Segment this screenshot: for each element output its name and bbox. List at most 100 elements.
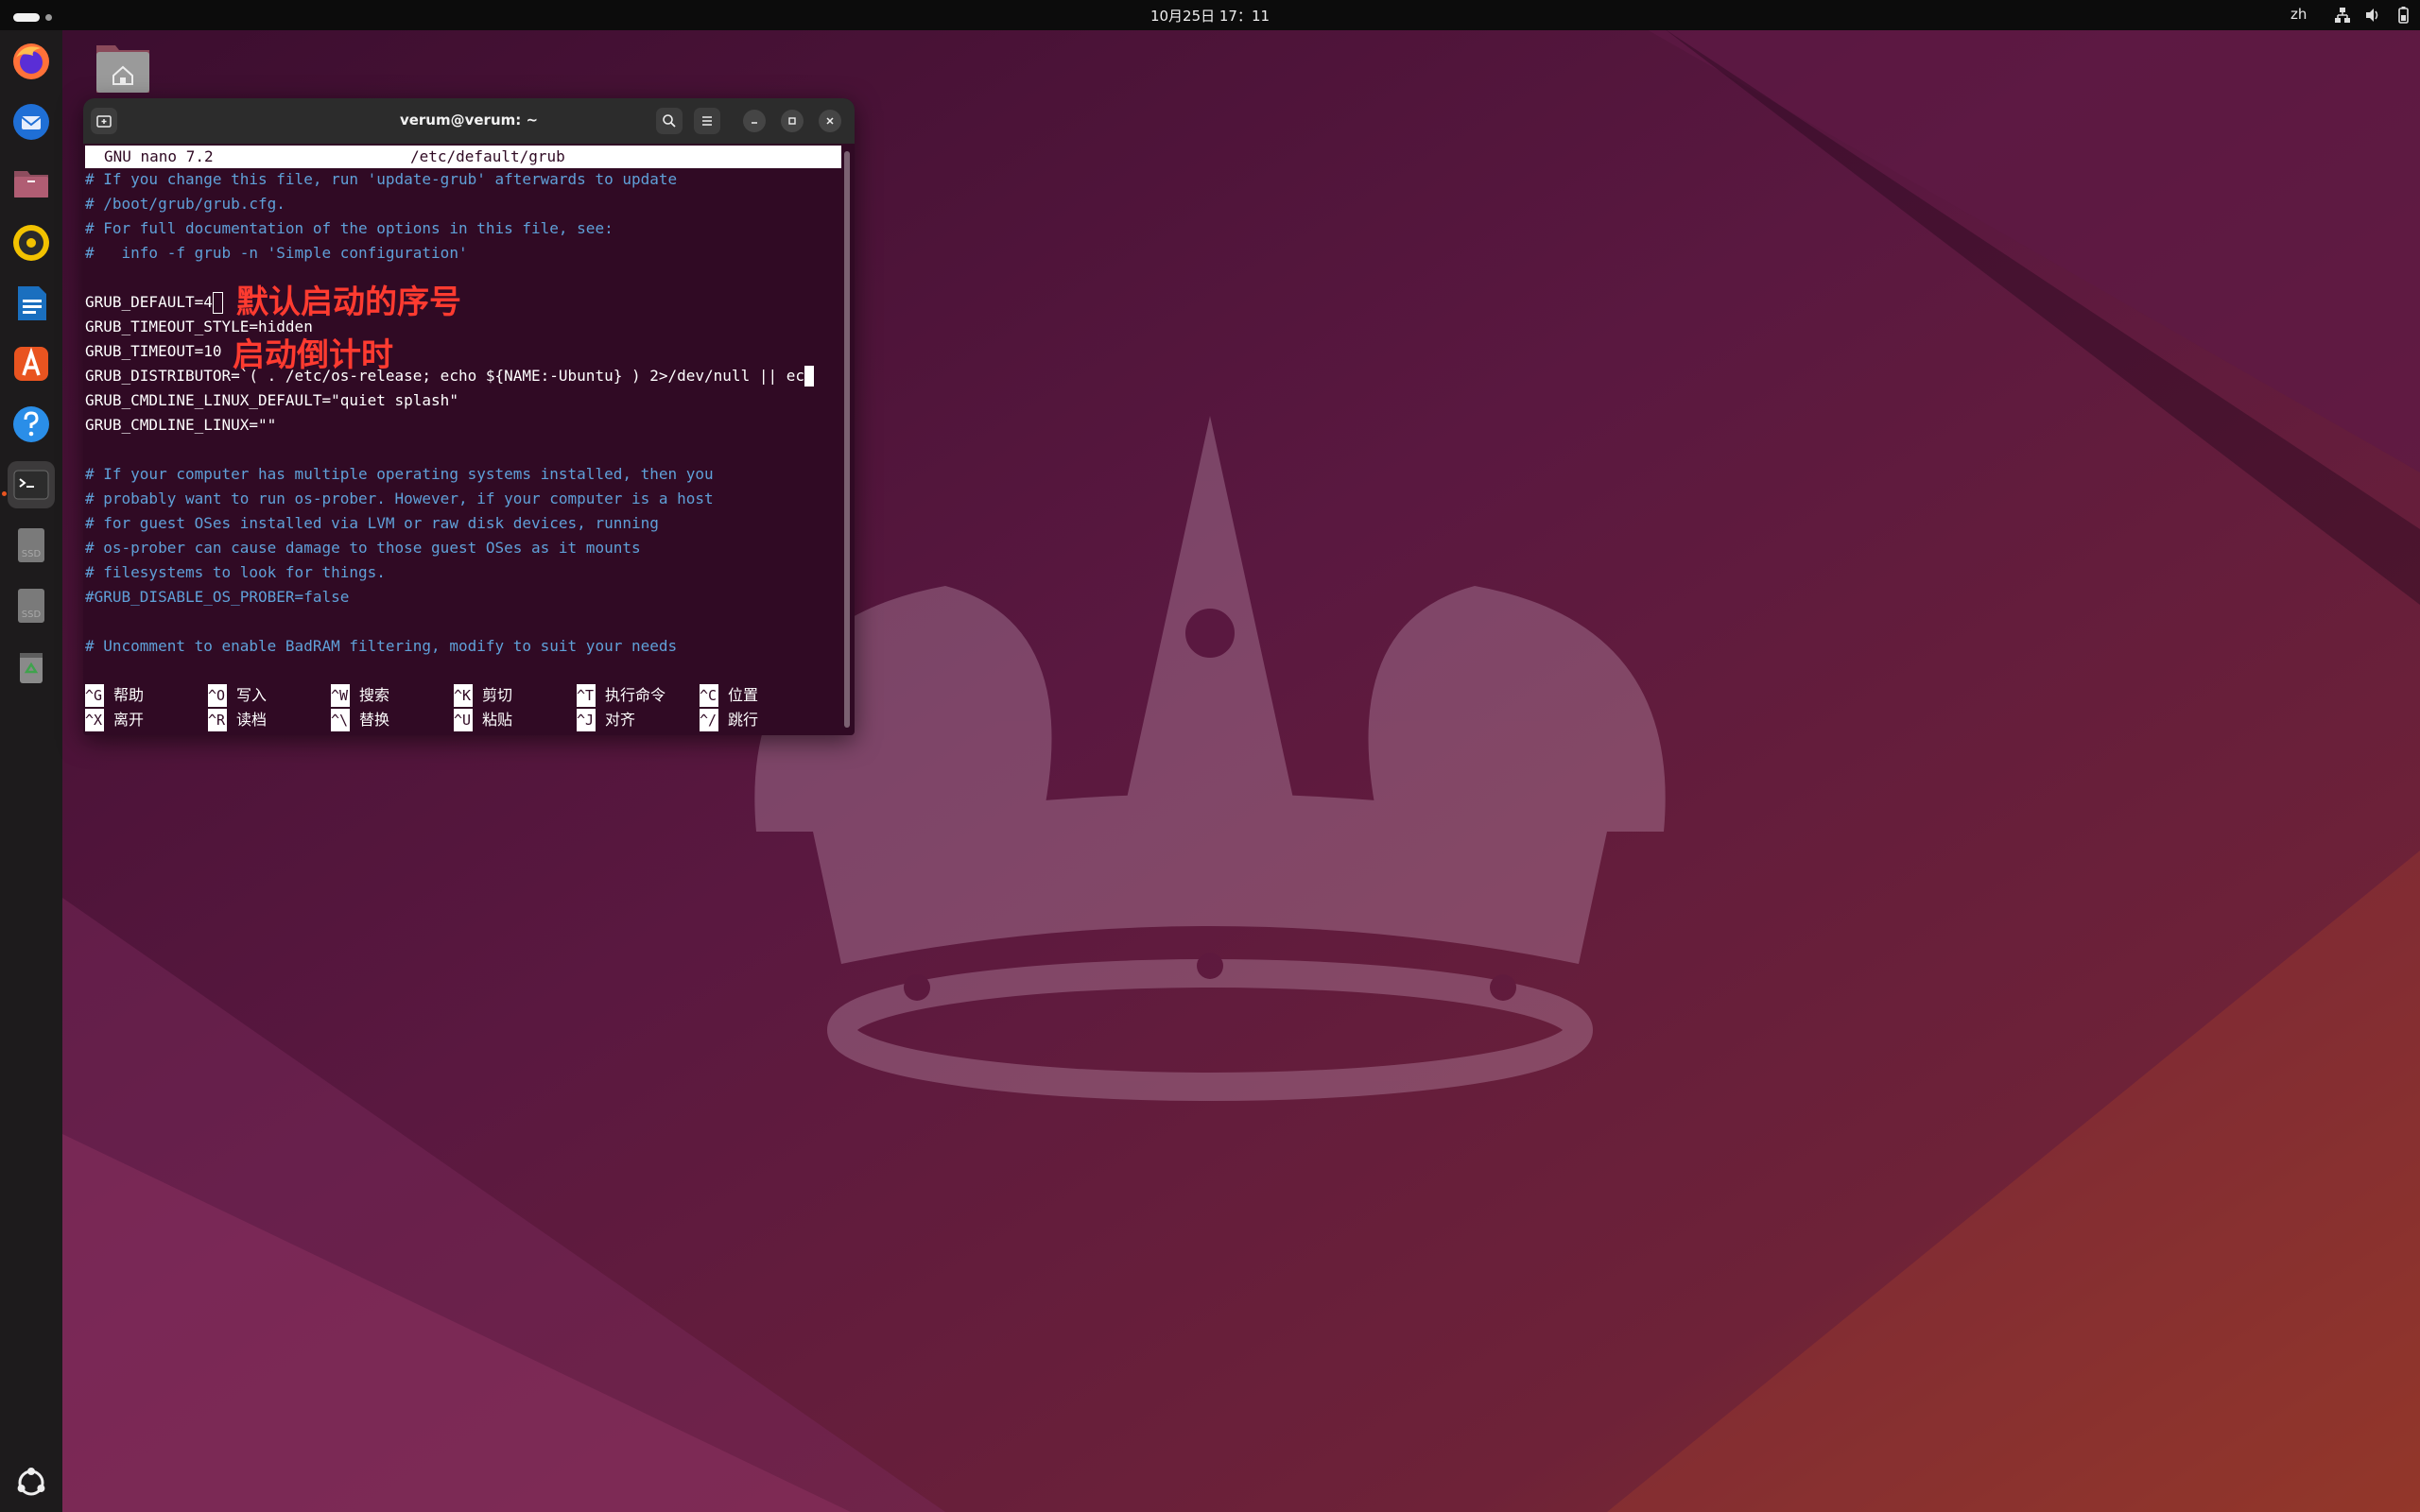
shortcut-write[interactable]: ^O 写入 (208, 684, 267, 707)
drive-icon: SSD (18, 528, 44, 562)
editor-line-grub-distributor[interactable]: GRUB_DISTRIBUTOR=`( . /etc/os-release; e… (85, 365, 814, 387)
shortcut-label: 对齐 (605, 711, 636, 729)
shortcut-key: ^J (577, 709, 596, 731)
shortcut-location[interactable]: ^C 位置 (700, 684, 758, 707)
shortcut-label: 替换 (359, 711, 390, 729)
maximize-icon (788, 117, 796, 125)
shortcut-exit[interactable]: ^X 离开 (85, 709, 144, 731)
shortcut-key: ^W (331, 684, 350, 707)
shortcut-label: 位置 (728, 686, 759, 704)
writer-icon (18, 286, 46, 320)
shortcut-cut[interactable]: ^K 剪切 (454, 684, 512, 707)
close-button[interactable] (819, 110, 841, 132)
grub-distributor-text: GRUB_DISTRIBUTOR=`( . /etc/os-release; e… (85, 367, 804, 385)
annotation-timeout: 启动倒计时 (233, 336, 393, 374)
firefox-icon (13, 43, 49, 79)
dock-thunderbird[interactable] (8, 98, 55, 146)
volume-icon (2366, 9, 2378, 22)
files-icon (14, 171, 48, 198)
svg-text:SSD: SSD (22, 610, 42, 620)
shortcut-key: ^G (85, 684, 104, 707)
window-titlebar[interactable]: verum@verum: ~ (83, 98, 855, 144)
shortcut-label: 读档 (236, 711, 268, 729)
minimize-icon (752, 122, 757, 124)
maximize-button[interactable] (781, 110, 804, 132)
top-bar: 10月25日 17：11 zh (0, 0, 2420, 30)
battery-icon (2398, 7, 2409, 24)
editor-line[interactable]: # info -f grub -n 'Simple configuration' (85, 242, 468, 265)
shortcut-label: 帮助 (113, 686, 145, 704)
grub-default-text: GRUB_DEFAULT=4 (85, 293, 213, 311)
editor-line[interactable]: # for guest OSes installed via LVM or ra… (85, 512, 659, 535)
shortcut-label: 剪切 (482, 686, 513, 704)
shortcut-key: ^X (85, 709, 104, 731)
text-cursor (212, 292, 223, 314)
shortcut-label: 写入 (236, 686, 268, 704)
shortcut-key: ^T (577, 684, 596, 707)
nano-header-bar: GNU nano 7.2 /etc/default/grub (85, 146, 841, 168)
editor-line[interactable]: # For full documentation of the options … (85, 217, 614, 240)
shortcut-paste[interactable]: ^U 粘贴 (454, 709, 512, 731)
scrollbar-thumb[interactable] (844, 151, 850, 728)
menu-button[interactable] (694, 108, 720, 134)
editor-line-grub-default[interactable]: GRUB_DEFAULT=4 (85, 291, 223, 314)
input-language-indicator[interactable]: zh (2290, 6, 2307, 23)
shortcut-label: 搜索 (359, 686, 390, 704)
dock-rhythmbox[interactable] (8, 219, 55, 266)
editor-line-grub-timeout[interactable]: GRUB_TIMEOUT=10 (85, 340, 222, 363)
clock[interactable]: 10月25日 17：11 (0, 6, 2420, 26)
shortcut-key: ^/ (700, 709, 718, 731)
shortcut-execute[interactable]: ^T 执行命令 (577, 684, 666, 707)
dock-trash[interactable] (8, 643, 55, 690)
shortcut-justify[interactable]: ^J 对齐 (577, 709, 635, 731)
dock-show-apps[interactable] (8, 1459, 55, 1506)
search-icon (663, 114, 676, 128)
system-tray[interactable] (2333, 6, 2412, 25)
shortcut-label: 跳行 (728, 711, 759, 729)
terminal-scrollbar[interactable] (839, 144, 855, 735)
nano-filename: /etc/default/grub (410, 147, 565, 165)
editor-line[interactable]: # filesystems to look for things. (85, 561, 386, 584)
dock-firefox[interactable] (8, 38, 55, 85)
window-title: verum@verum: ~ (399, 112, 539, 129)
editor-line[interactable]: # If your computer has multiple operatin… (85, 463, 714, 486)
app-center-icon (14, 347, 48, 381)
network-icon (2335, 8, 2350, 23)
shortcut-go-to-line[interactable]: ^/ 跳行 (700, 709, 758, 731)
close-icon (826, 117, 834, 125)
editor-line[interactable]: # probably want to run os-prober. Howeve… (85, 488, 714, 510)
dock-writer[interactable] (8, 280, 55, 327)
shortcut-label: 执行命令 (605, 686, 666, 704)
terminal-window[interactable]: verum@verum: ~ GNU nano 7.2 /etc/default… (83, 98, 855, 735)
editor-line[interactable]: GRUB_CMDLINE_LINUX_DEFAULT="quiet splash… (85, 389, 458, 412)
editor-line[interactable]: #GRUB_DISABLE_OS_PROBER=false (85, 586, 349, 609)
ubuntu-apps-icon (17, 1468, 45, 1496)
terminal-icon (13, 470, 49, 500)
dock-app-center[interactable] (8, 340, 55, 387)
shortcut-label: 离开 (113, 711, 145, 729)
editor-line[interactable]: # If you change this file, run 'update-g… (85, 168, 677, 191)
dock-ssd-drive-2[interactable]: SSD (8, 582, 55, 629)
shortcut-key: ^\ (331, 709, 350, 731)
thunderbird-icon (13, 104, 49, 140)
shortcut-key: ^O (208, 684, 227, 707)
shortcut-replace[interactable]: ^\ 替换 (331, 709, 389, 731)
shortcut-help[interactable]: ^G 帮助 (85, 684, 144, 707)
shortcut-read-file[interactable]: ^R 读档 (208, 709, 267, 731)
dock-ssd-drive-1[interactable]: SSD (8, 522, 55, 569)
dock-terminal[interactable] (8, 461, 55, 508)
editor-line[interactable]: # os-prober can cause damage to those gu… (85, 537, 641, 559)
dock: SSD SSD (0, 30, 62, 1512)
shortcut-label: 粘贴 (482, 711, 513, 729)
editor-line[interactable]: # /boot/grub/grub.cfg. (85, 193, 285, 215)
editor-line[interactable]: GRUB_CMDLINE_LINUX="" (85, 414, 276, 437)
minimize-button[interactable] (743, 110, 766, 132)
search-button[interactable] (656, 108, 683, 134)
shortcut-search[interactable]: ^W 搜索 (331, 684, 389, 707)
nano-version: GNU nano 7.2 (104, 147, 214, 165)
dock-help[interactable] (8, 401, 55, 448)
editor-line[interactable]: # Uncomment to enable BadRAM filtering, … (85, 635, 677, 658)
home-folder-icon[interactable] (93, 40, 153, 94)
dock-files[interactable] (8, 159, 55, 206)
terminal-content[interactable]: GNU nano 7.2 /etc/default/grub # If you … (83, 144, 855, 735)
